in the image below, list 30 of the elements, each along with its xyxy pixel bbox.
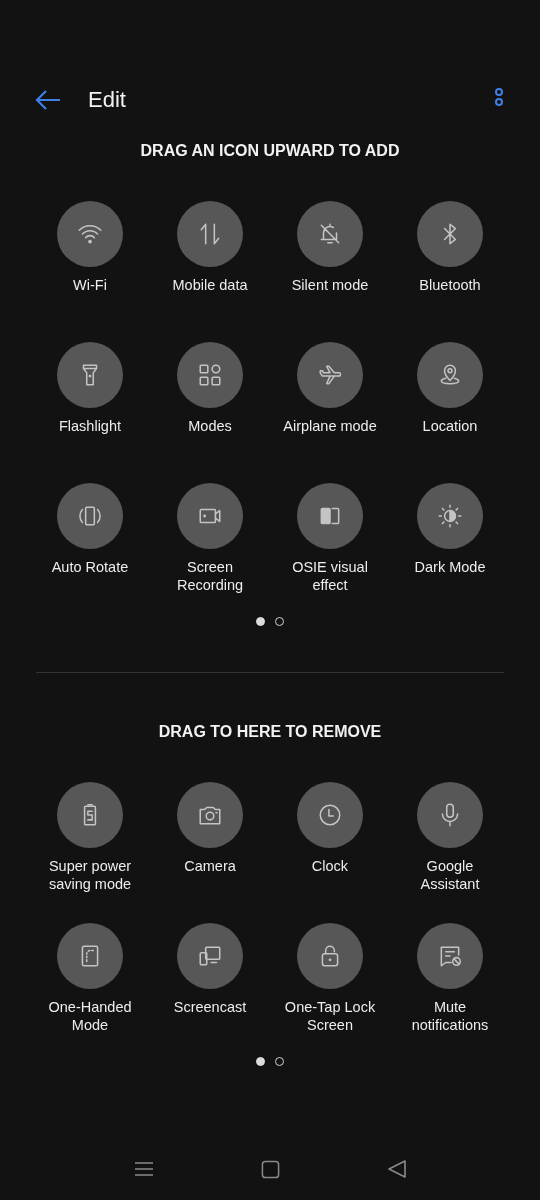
tile-label: Mobile data [172, 276, 248, 294]
page-title: Edit [88, 87, 127, 113]
tile-label: OSIE visual effect [291, 558, 369, 594]
tile-label: Dark Mode [414, 558, 486, 576]
tile-label: Wi-Fi [73, 276, 107, 294]
menu-icon[interactable] [133, 1161, 154, 1177]
tile-label: Camera [184, 857, 236, 875]
tile-label: One-Tap Lock Screen [283, 998, 377, 1034]
tile-label: One-Handed Mode [47, 998, 133, 1034]
tile-label: Screencast [173, 998, 247, 1016]
tile-label: Airplane mode [283, 417, 377, 435]
tile-label: Modes [188, 417, 232, 435]
tile-label: Google Assistant [419, 857, 481, 893]
tile-label: Screen Recording [175, 558, 245, 594]
back-triangle-icon[interactable] [386, 1159, 407, 1179]
tile-label: Location [422, 417, 478, 435]
home-icon[interactable] [260, 1159, 280, 1179]
tile-label: Super power saving mode [47, 857, 133, 893]
tile-label: Clock [311, 857, 349, 875]
tile-label: Flashlight [58, 417, 122, 435]
tile-label: Mute notifications [410, 998, 490, 1034]
section-heading: DRAG TO HERE TO REMOVE [157, 722, 383, 742]
sun-icon [437, 503, 463, 529]
tile-label: Auto Rotate [51, 558, 129, 576]
tile-label: Bluetooth [419, 276, 481, 294]
grid-icon [197, 362, 223, 388]
tile-label: Silent mode [291, 276, 369, 294]
section-heading: DRAG AN ICON UPWARD TO ADD [139, 141, 401, 161]
back-icon[interactable] [35, 90, 61, 110]
clock-icon [317, 802, 343, 828]
